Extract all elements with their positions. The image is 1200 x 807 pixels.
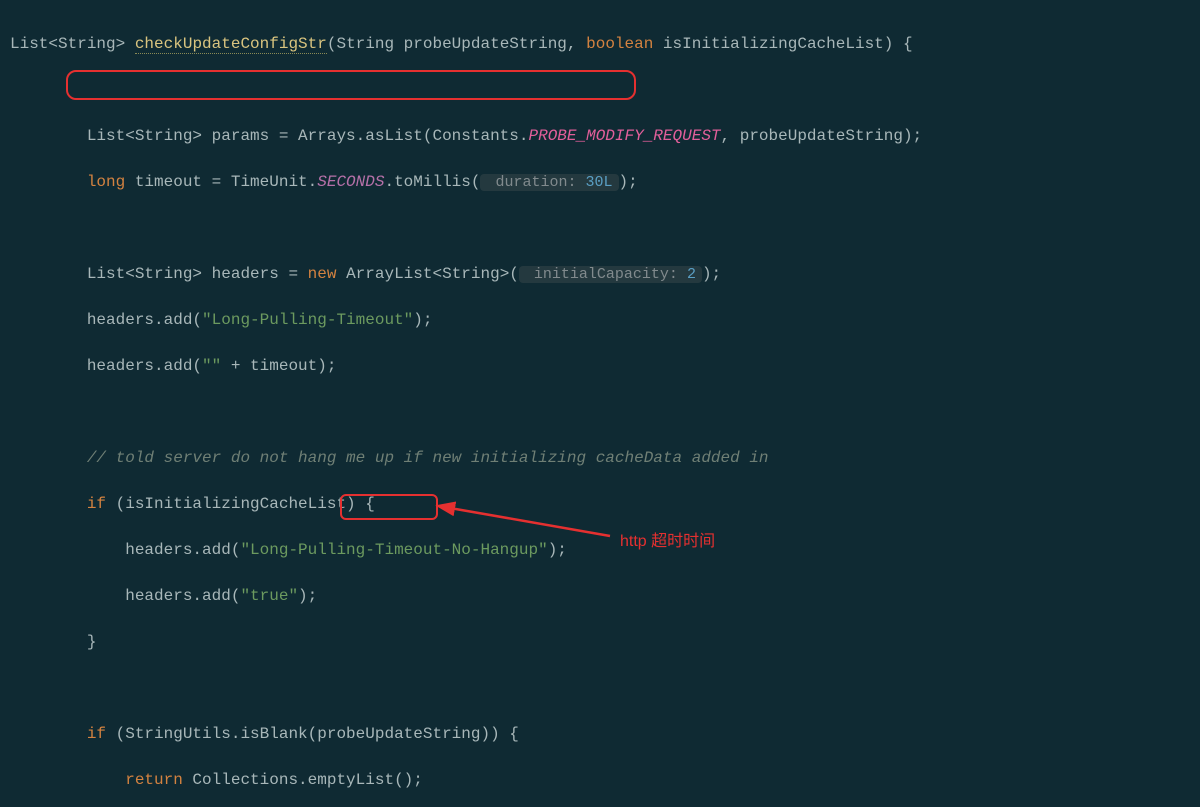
code-line: if (isInitializingCacheList) { xyxy=(10,493,1200,516)
code-line: List<String> params = Arrays.asList(Cons… xyxy=(10,125,1200,148)
code-line: List<String> headers = new ArrayList<Str… xyxy=(10,263,1200,286)
code-line xyxy=(10,401,1200,424)
code-line: return Collections.emptyList(); xyxy=(10,769,1200,792)
code-editor[interactable]: List<String> checkUpdateConfigStr(String… xyxy=(0,0,1200,807)
code-line xyxy=(10,677,1200,700)
code-line: List<String> checkUpdateConfigStr(String… xyxy=(10,33,1200,56)
code-line xyxy=(10,217,1200,240)
code-line: headers.add("Long-Pulling-Timeout-No-Han… xyxy=(10,539,1200,562)
code-line: } xyxy=(10,631,1200,654)
code-line: headers.add("true"); xyxy=(10,585,1200,608)
code-line xyxy=(10,79,1200,102)
code-line: long timeout = TimeUnit.SECONDS.toMillis… xyxy=(10,171,1200,194)
code-line: // told server do not hang me up if new … xyxy=(10,447,1200,470)
code-line: if (StringUtils.isBlank(probeUpdateStrin… xyxy=(10,723,1200,746)
code-line: headers.add("" + timeout); xyxy=(10,355,1200,378)
code-line: headers.add("Long-Pulling-Timeout"); xyxy=(10,309,1200,332)
